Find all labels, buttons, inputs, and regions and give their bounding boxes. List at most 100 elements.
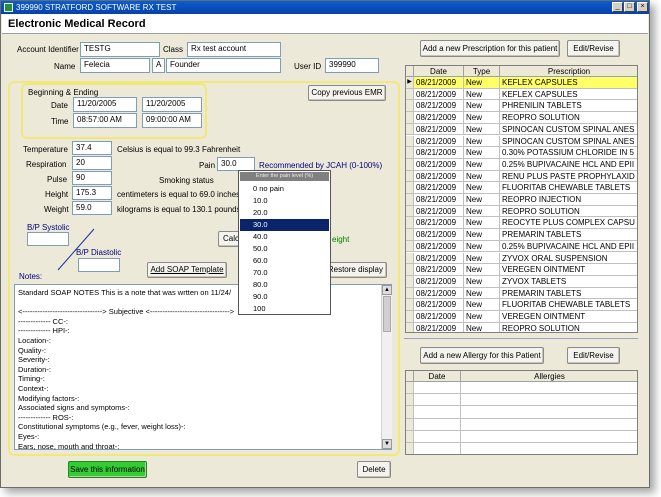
- weight-field[interactable]: 59.0: [72, 201, 112, 215]
- table-row[interactable]: 08/21/2009 New VEREGEN OINTMENT: [406, 264, 637, 276]
- begin-time-field[interactable]: 08:57:00 AM: [73, 113, 137, 128]
- class-field[interactable]: Rx test account: [187, 42, 281, 57]
- row-selector[interactable]: [406, 252, 414, 265]
- row-selector[interactable]: [406, 158, 414, 171]
- row-selector[interactable]: [406, 217, 414, 230]
- delete-button[interactable]: Delete: [357, 461, 391, 478]
- close-button[interactable]: ×: [637, 2, 648, 12]
- table-row[interactable]: 08/21/2009 New FLUORITAB CHEWABLE TABLETS: [406, 182, 637, 194]
- edit-allergy-button[interactable]: Edit/Revise: [567, 347, 620, 364]
- scroll-up-arrow-icon[interactable]: ▲: [382, 285, 392, 295]
- table-row[interactable]: [406, 443, 637, 454]
- row-selector[interactable]: [406, 123, 414, 136]
- add-soap-template-button[interactable]: Add SOAP Template: [147, 262, 227, 278]
- maximize-button[interactable]: □: [624, 2, 635, 12]
- pain-option[interactable]: 80.0: [240, 279, 329, 291]
- column-header-date[interactable]: Date: [414, 66, 464, 77]
- row-selector[interactable]: [406, 275, 414, 288]
- save-button[interactable]: Save this information: [68, 461, 147, 478]
- pulse-field[interactable]: 90: [72, 171, 112, 185]
- pain-option[interactable]: 10.0: [240, 195, 329, 207]
- row-selector[interactable]: [406, 100, 414, 113]
- table-row[interactable]: 08/21/2009 New PREMARIN TABLETS: [406, 229, 637, 241]
- height-field[interactable]: 175.3: [72, 186, 112, 200]
- table-row[interactable]: [406, 418, 637, 431]
- table-row[interactable]: 08/21/2009 New REOCYTE PLUS COMPLEX CAPSU: [406, 217, 637, 230]
- table-row[interactable]: 08/21/2009 New 0.30% POTASSIUM CHLORIDE IN…: [406, 147, 637, 159]
- pain-option[interactable]: 70.0: [240, 267, 329, 279]
- table-row[interactable]: [406, 382, 637, 395]
- userid-field[interactable]: 399990: [325, 58, 379, 73]
- prescription-grid[interactable]: Date Type Prescription ▶ 08/21/2009 New KEF…: [405, 65, 638, 333]
- temperature-field[interactable]: 37.4: [72, 141, 112, 155]
- row-selector[interactable]: [406, 299, 414, 311]
- notes-textarea[interactable]: Standard SOAP NOTES This is a note that …: [14, 284, 392, 451]
- add-allergy-button[interactable]: Add a new Allergy for this Patient: [420, 347, 544, 364]
- table-row[interactable]: 08/21/2009 New REOPRO SOLUTION: [406, 112, 637, 124]
- pain-option[interactable]: 100: [240, 303, 329, 315]
- account-field[interactable]: TESTG: [80, 42, 160, 57]
- table-row[interactable]: 08/21/2009 New 0.25% BUPIVACAINE HCL AND E…: [406, 158, 637, 171]
- table-row[interactable]: 08/21/2009 New PREMARIN TABLETS: [406, 287, 637, 300]
- row-selector[interactable]: [406, 311, 414, 323]
- edit-prescription-button[interactable]: Edit/Revise: [567, 40, 620, 57]
- table-row[interactable]: ▶ 08/21/2009 New KEFLEX CAPSULES: [406, 77, 637, 89]
- pain-option[interactable]: 20.0: [240, 207, 329, 219]
- table-row[interactable]: 08/21/2009 New RENU PLUS PASTE PROPHYLAXID: [406, 170, 637, 183]
- pain-option[interactable]: 0 no pain: [240, 183, 329, 195]
- pain-dropdown[interactable]: Enter the pain level (%) 0 no pain 10.0 20…: [238, 170, 331, 315]
- minimize-button[interactable]: _: [612, 2, 623, 12]
- allergy-grid[interactable]: Date Allergies: [405, 370, 638, 455]
- notes-scrollbar[interactable]: ▲ ▼: [381, 285, 392, 449]
- table-row[interactable]: 08/21/2009 New VEREGEN OINTMENT: [406, 311, 637, 323]
- column-header-prescription[interactable]: Prescription: [500, 66, 637, 77]
- table-row[interactable]: 08/21/2009 New SPINOCAN CUSTOM SPINAL ANES: [406, 123, 637, 136]
- row-selector[interactable]: [406, 287, 414, 300]
- table-row[interactable]: 08/21/2009 New FLUORITAB CHEWABLE TABLETS: [406, 299, 637, 311]
- column-header-date[interactable]: Date: [414, 371, 461, 382]
- row-selector[interactable]: [406, 170, 414, 183]
- row-selector[interactable]: [406, 147, 414, 159]
- table-row[interactable]: [406, 430, 637, 443]
- table-row[interactable]: 08/21/2009 New REOPRO SOLUTION: [406, 205, 637, 218]
- scroll-thumb[interactable]: [383, 296, 391, 332]
- row-selector[interactable]: [406, 205, 414, 218]
- scroll-down-arrow-icon[interactable]: ▼: [382, 439, 392, 449]
- first-name-field[interactable]: Felecia: [80, 58, 150, 73]
- table-row[interactable]: [406, 406, 637, 419]
- copy-previous-emr-button[interactable]: Copy previous EMR: [308, 85, 386, 101]
- respiration-field[interactable]: 20: [72, 156, 112, 170]
- table-row[interactable]: 08/21/2009 New ZYVOX TABLETS: [406, 275, 637, 288]
- row-selector[interactable]: [406, 112, 414, 124]
- table-row[interactable]: 08/21/2009 New PHRENILIN TABLETS: [406, 100, 637, 113]
- table-row[interactable]: 08/21/2009 New 0.25% BUPIVACAINE HCL AND E…: [406, 240, 637, 253]
- last-name-field[interactable]: Founder: [166, 58, 281, 73]
- table-row[interactable]: 08/21/2009 New KEFLEX CAPSULES: [406, 88, 637, 101]
- row-selector[interactable]: [406, 135, 414, 148]
- bp-diastolic-field[interactable]: [78, 258, 120, 272]
- begin-date-field[interactable]: 11/20/2005: [73, 97, 137, 112]
- pain-option[interactable]: 50.0: [240, 243, 329, 255]
- pain-option[interactable]: 90.0: [240, 291, 329, 303]
- table-row[interactable]: 08/21/2009 New REOPRO SOLUTION: [406, 322, 637, 332]
- row-selector[interactable]: [406, 240, 414, 253]
- row-selector[interactable]: [406, 88, 414, 101]
- pain-option[interactable]: 30.0: [240, 219, 329, 231]
- table-row[interactable]: 08/21/2009 New SPINOCAN CUSTOM SPINAL ANES: [406, 135, 637, 148]
- table-row[interactable]: [406, 394, 637, 407]
- table-row[interactable]: 08/21/2009 New REOPRO INJECTION: [406, 194, 637, 206]
- middle-initial-field[interactable]: A: [152, 58, 165, 73]
- table-row[interactable]: 08/21/2009 New ZYVOX ORAL SUSPENSION: [406, 252, 637, 265]
- pain-option[interactable]: 40.0: [240, 231, 329, 243]
- pain-select[interactable]: 30.0: [217, 157, 255, 171]
- column-header-allergies[interactable]: Allergies: [461, 371, 637, 382]
- row-selector[interactable]: [406, 322, 414, 332]
- pain-option[interactable]: 60.0: [240, 255, 329, 267]
- add-prescription-button[interactable]: Add a new Prescription for this patient: [420, 40, 560, 57]
- row-selector[interactable]: [406, 182, 414, 194]
- row-selector[interactable]: [406, 229, 414, 241]
- end-date-field[interactable]: 11/20/2005: [142, 97, 202, 112]
- row-selector[interactable]: [406, 194, 414, 206]
- row-selector[interactable]: [406, 264, 414, 276]
- end-time-field[interactable]: 09:00:00 AM: [142, 113, 202, 128]
